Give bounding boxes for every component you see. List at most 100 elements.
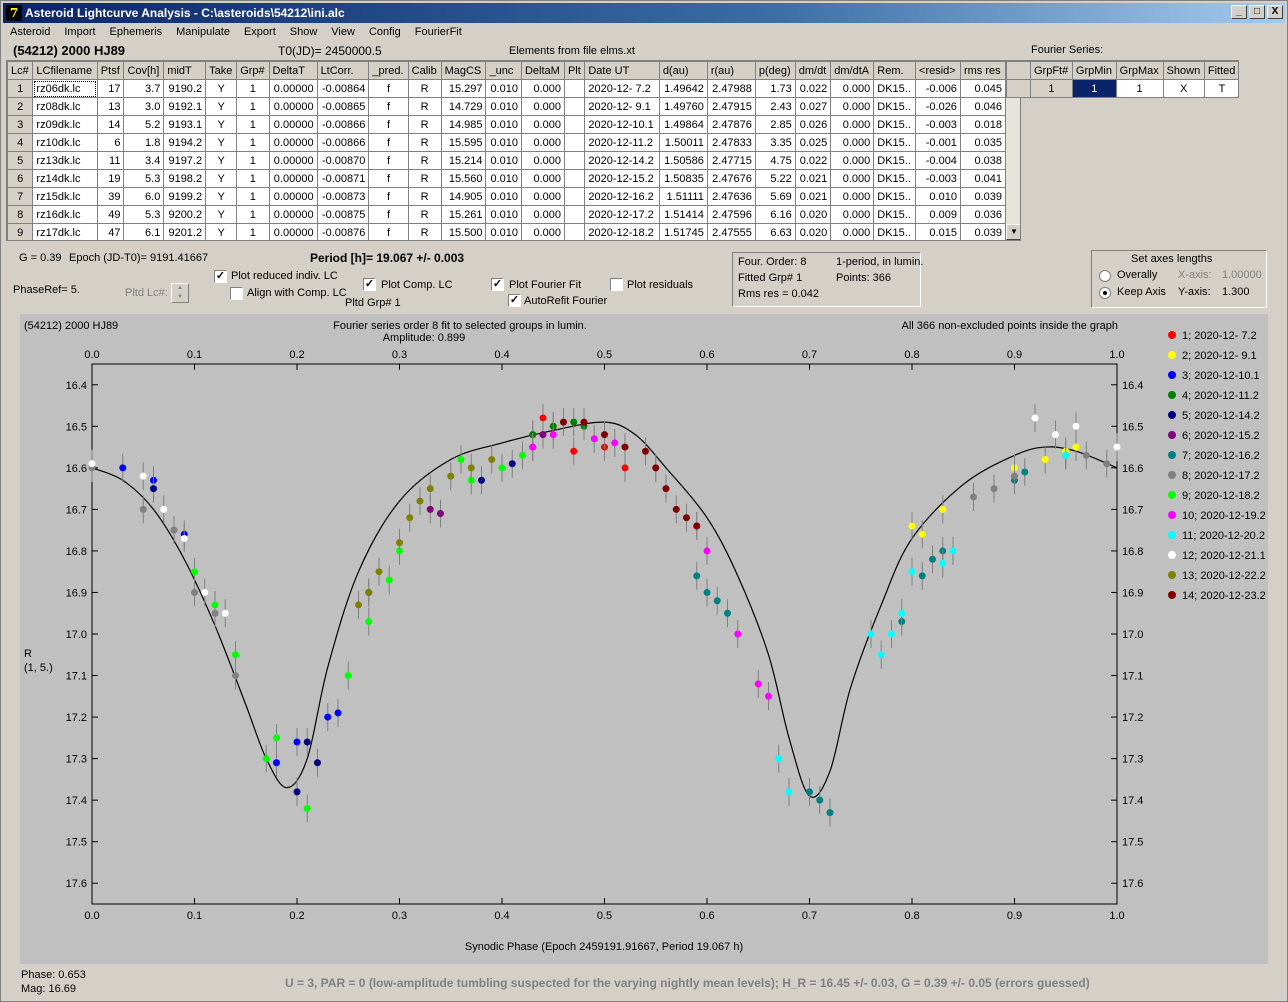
table-cell[interactable]: -0.00876 — [316, 223, 370, 240]
table-cell[interactable]: 0.010 — [485, 151, 522, 170]
table-cell[interactable]: 0.00000 — [268, 115, 318, 134]
table-cell[interactable]: 0.010 — [485, 97, 522, 116]
table-cell[interactable]: rz16dk.lc — [32, 205, 98, 224]
table-cell[interactable]: 2.47596 — [706, 205, 756, 224]
table-cell[interactable]: 2.47676 — [706, 169, 756, 188]
menu-import[interactable]: Import — [57, 24, 102, 42]
table-cell[interactable]: 0.000 — [520, 223, 565, 240]
col-header[interactable]: Take — [205, 61, 238, 80]
col-header[interactable]: r(au) — [706, 61, 756, 80]
table-row[interactable]: 5 rz13dk.lc 11 3.4 9197.2 Y 1 0.00000 -0.00870 f R… — [7, 151, 1007, 170]
table-cell[interactable]: 1 — [236, 169, 270, 188]
table-cell[interactable]: rz09dk.lc — [32, 115, 98, 134]
table-cell[interactable]: 1 — [236, 187, 270, 206]
table-cell[interactable]: rz08dk.lc — [32, 97, 98, 116]
table-cell[interactable]: 0.015 — [915, 223, 961, 240]
table-cell[interactable]: DK15.. — [873, 97, 917, 116]
table-cell[interactable]: -0.026 — [915, 97, 961, 116]
table-cell[interactable]: f — [368, 97, 409, 116]
table-cell[interactable]: f — [368, 133, 409, 152]
table-cell[interactable]: 0.038 — [959, 151, 1007, 170]
table-row[interactable]: 6 rz14dk.lc 19 5.3 9198.2 Y 1 0.00000 -0.00871 f R… — [7, 169, 1007, 188]
table-row[interactable]: 1 rz06dk.lc 17 3.7 9190.2 Y 1 0.00000 -0.00864 f R… — [7, 79, 1007, 98]
keep-axis-radio[interactable] — [1099, 287, 1111, 299]
col-header[interactable]: LCfilename — [32, 61, 98, 80]
table-cell[interactable]: 9199.2 — [163, 187, 207, 206]
table-cell[interactable]: 9192.1 — [163, 97, 207, 116]
table-cell[interactable]: 14 — [96, 115, 125, 134]
plot-fourier-checkbox[interactable]: ✓ — [491, 278, 504, 291]
table-cell[interactable]: 14.905 — [440, 187, 487, 206]
col-header[interactable]: LtCorr. — [316, 61, 370, 80]
table-cell[interactable]: 9197.2 — [163, 151, 207, 170]
table-cell[interactable]: 1.49642 — [658, 79, 708, 98]
table-cell[interactable]: 0.000 — [830, 115, 875, 134]
table-cell[interactable]: f — [368, 187, 409, 206]
table-cell[interactable]: 0.00000 — [268, 187, 318, 206]
table-cell[interactable]: 0.00000 — [268, 79, 318, 98]
col-header[interactable]: DeltaM — [520, 61, 565, 80]
table-cell[interactable]: 0.000 — [830, 151, 875, 170]
table-cell[interactable]: 1 — [236, 97, 270, 116]
col-header[interactable]: Calib — [407, 61, 442, 80]
col-header[interactable]: <resid> — [915, 61, 961, 80]
table-cell[interactable]: 1 — [236, 133, 270, 152]
table-cell[interactable]: DK15.. — [873, 169, 917, 188]
table-cell[interactable]: 0.020 — [794, 223, 832, 240]
table-cell[interactable]: 1.50011 — [658, 133, 708, 152]
fourier-cell-shown[interactable]: X — [1162, 79, 1205, 97]
table-cell[interactable]: 9190.2 — [163, 79, 207, 98]
table-cell[interactable]: f — [368, 169, 409, 188]
col-header[interactable]: Plt — [563, 61, 586, 80]
menu-asteroid[interactable]: Asteroid — [3, 24, 57, 42]
table-cell[interactable]: 1 — [236, 115, 270, 134]
table-cell[interactable]: 2020-12-11.2 — [584, 133, 660, 152]
table-cell[interactable]: 3.35 — [754, 133, 796, 152]
table-cell[interactable]: 0.026 — [794, 115, 832, 134]
table-cell[interactable]: 0.025 — [794, 133, 832, 152]
table-cell[interactable] — [563, 115, 586, 134]
table-cell[interactable]: 0.020 — [794, 205, 832, 224]
table-cell[interactable]: -0.004 — [915, 151, 961, 170]
table-cell[interactable]: Y — [205, 187, 238, 206]
table-cell[interactable]: 6.1 — [123, 223, 165, 240]
menu-manipulate[interactable]: Manipulate — [169, 24, 237, 42]
table-cell[interactable]: 15.214 — [440, 151, 487, 170]
table-cell[interactable]: 0.010 — [485, 79, 522, 98]
table-cell[interactable]: -0.00864 — [316, 79, 370, 98]
table-cell[interactable]: 2.47915 — [706, 97, 756, 116]
close-button[interactable]: X — [1267, 5, 1283, 19]
table-cell[interactable]: DK15.. — [873, 205, 917, 224]
table-cell[interactable]: f — [368, 115, 409, 134]
table-row[interactable]: 2 rz08dk.lc 13 3.0 9192.1 Y 1 0.00000 -0.00865 f R… — [7, 97, 1007, 116]
table-cell[interactable]: 1.51745 — [658, 223, 708, 240]
table-cell[interactable]: 2020-12-14.2 — [584, 151, 660, 170]
table-cell[interactable] — [563, 79, 586, 98]
table-cell[interactable]: 0.000 — [520, 133, 565, 152]
table-cell[interactable]: f — [368, 151, 409, 170]
table-cell[interactable]: 9194.2 — [163, 133, 207, 152]
table-cell[interactable]: 0.021 — [794, 169, 832, 188]
overally-radio[interactable] — [1099, 270, 1111, 282]
table-cell[interactable]: 4.75 — [754, 151, 796, 170]
table-cell[interactable]: -0.00871 — [316, 169, 370, 188]
table-cell[interactable]: -0.00866 — [316, 115, 370, 134]
col-header[interactable]: rms res — [959, 61, 1007, 80]
table-cell[interactable]: 2.47876 — [706, 115, 756, 134]
minimize-button[interactable]: _ — [1231, 5, 1247, 19]
table-cell[interactable]: 1.49760 — [658, 97, 708, 116]
col-header[interactable]: p(deg) — [754, 61, 796, 80]
table-cell[interactable]: 0.027 — [794, 97, 832, 116]
table-cell[interactable]: -0.003 — [915, 169, 961, 188]
table-cell[interactable]: 49 — [96, 205, 125, 224]
col-header[interactable]: dm/dt — [794, 61, 832, 80]
table-cell[interactable]: 6.16 — [754, 205, 796, 224]
table-cell[interactable]: rz14dk.lc — [32, 169, 98, 188]
table-cell[interactable]: 2020-12-10.1 — [584, 115, 660, 134]
row-number[interactable]: 3 — [7, 115, 34, 134]
table-cell[interactable]: 0.000 — [520, 115, 565, 134]
table-cell[interactable]: 2020-12-17.2 — [584, 205, 660, 224]
table-cell[interactable]: R — [407, 97, 442, 116]
table-cell[interactable]: R — [407, 205, 442, 224]
col-header[interactable]: Grp# — [236, 61, 270, 80]
